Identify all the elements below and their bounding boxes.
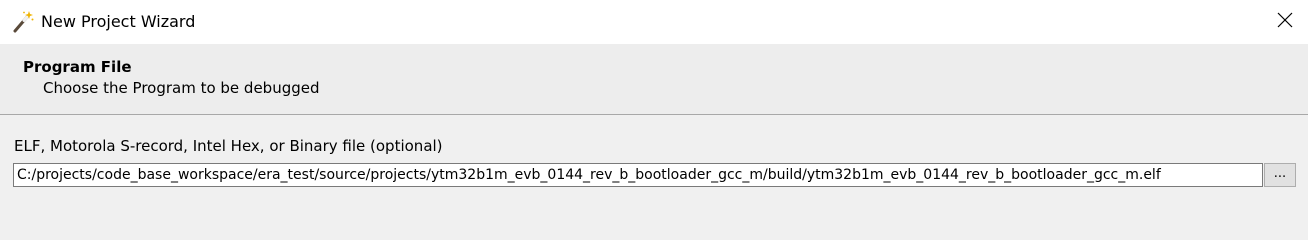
close-button[interactable]: [1262, 0, 1308, 44]
page-title: Program File: [23, 58, 132, 76]
window-title: New Project Wizard: [41, 12, 196, 31]
wizard-body: ELF, Motorola S-record, Intel Hex, or Bi…: [0, 115, 1308, 222]
title-bar: New Project Wizard: [0, 0, 1308, 44]
wizard-header: Program File Choose the Program to be de…: [0, 44, 1308, 114]
program-file-label: ELF, Motorola S-record, Intel Hex, or Bi…: [14, 137, 443, 155]
magic-wand-icon: [11, 10, 35, 34]
browse-button[interactable]: ...: [1264, 163, 1296, 187]
close-icon: [1277, 12, 1293, 32]
program-file-input[interactable]: [13, 163, 1263, 187]
page-subtitle: Choose the Program to be debugged: [43, 79, 320, 97]
